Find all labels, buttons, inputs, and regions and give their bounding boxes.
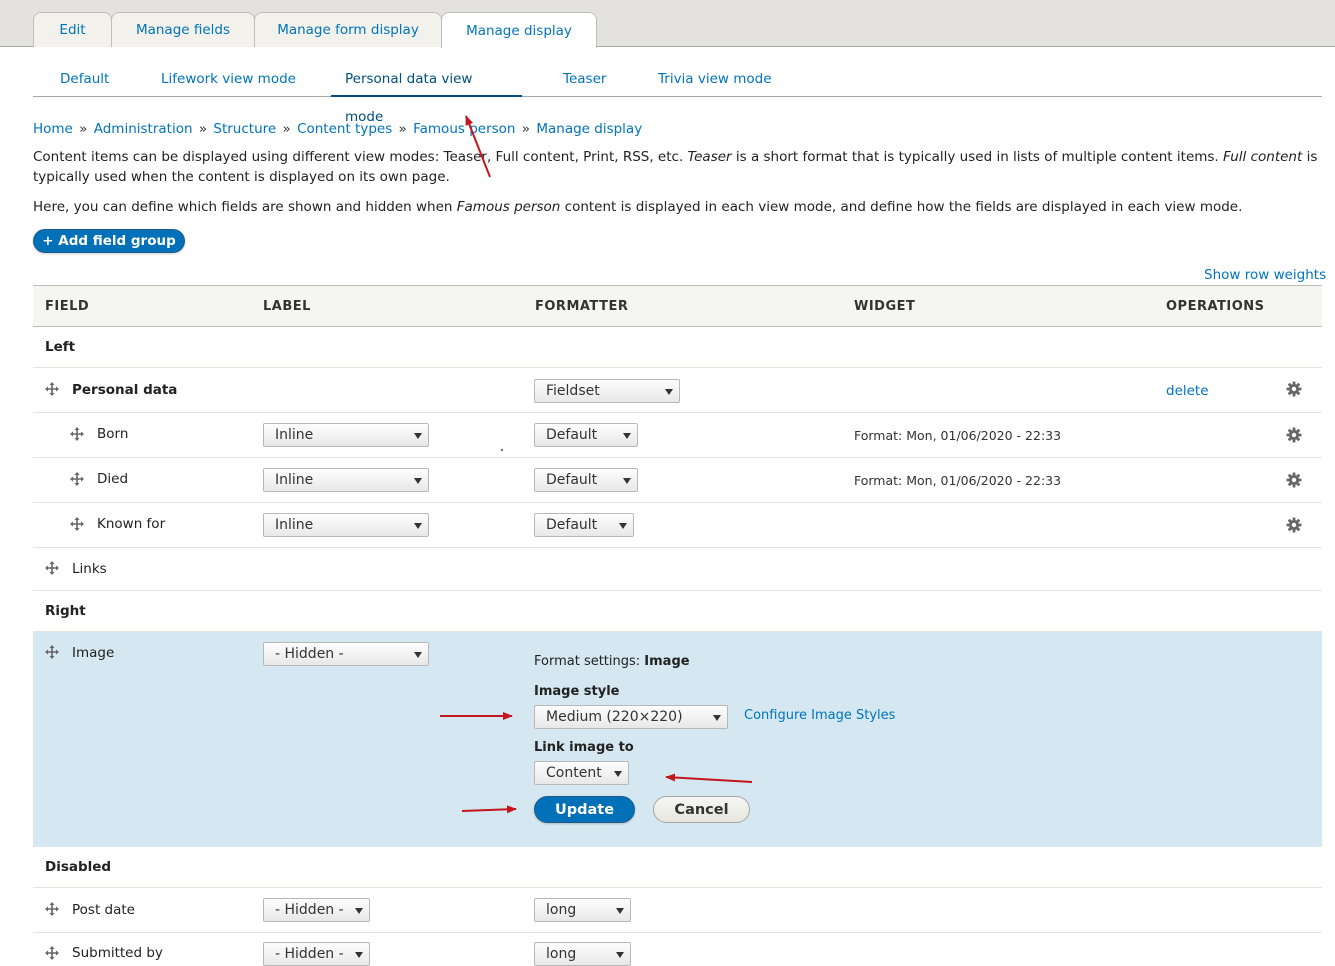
annotation-arrow-tab (465, 115, 491, 178)
annotation-arrow-link-image (665, 773, 753, 783)
tab-manage-display[interactable]: Manage display (441, 12, 597, 48)
annotation-arrow-update (461, 805, 517, 814)
annotation-arrows (440, 115, 753, 814)
